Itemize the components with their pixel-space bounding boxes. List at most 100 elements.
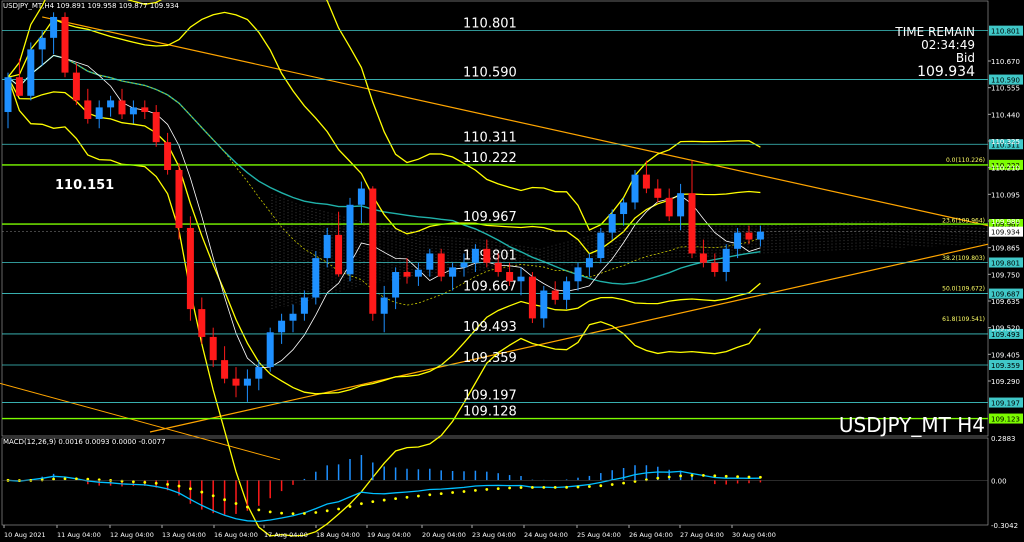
candle-bull — [95, 107, 103, 119]
macd-signal-dot — [40, 478, 44, 482]
candle-bull — [449, 267, 457, 277]
x-tick-label: 12 Aug 04:00 — [110, 531, 154, 539]
candle-bull — [50, 16, 58, 38]
x-tick-label: 27 Aug 04:00 — [680, 531, 724, 539]
macd-signal-dot — [462, 490, 466, 493]
macd-signal-dot — [690, 473, 694, 477]
info-bid: 109.934 — [917, 64, 975, 80]
candle-bull — [540, 290, 548, 319]
candle-bull — [563, 281, 571, 300]
macd-signal-dot — [747, 475, 751, 479]
candle-bear — [335, 234, 343, 275]
candle-bull — [631, 174, 639, 203]
candle-bull — [312, 258, 320, 298]
candle-bull — [460, 262, 468, 268]
macd-signal-dot — [382, 498, 386, 502]
candle-bull — [243, 378, 251, 386]
macd-signal-dot — [485, 488, 489, 491]
candle-bear — [483, 248, 491, 263]
level-label: 110.222 — [463, 151, 517, 166]
macd-signal-dot — [576, 485, 580, 489]
macd-signal-dot — [257, 508, 261, 512]
price-tag: 109.123 — [991, 416, 1020, 424]
macd-tick-label: 0.2883 — [991, 435, 1016, 443]
macd-signal-dot — [588, 485, 591, 488]
candle-bull — [323, 234, 331, 259]
lower-trend-line — [0, 382, 281, 461]
x-tick-label: 20 Aug 04:00 — [422, 531, 466, 539]
watermark: USDJPY_MT H4 — [839, 413, 985, 437]
bollinger-lower — [7, 76, 761, 395]
macd-signal-dot — [177, 484, 181, 488]
candle-bear — [15, 77, 23, 96]
candle-bull — [722, 248, 730, 273]
y-tick-label: 109.520 — [991, 325, 1020, 333]
fib-label: 50.0(109.672) — [942, 285, 985, 292]
level-label: 109.128 — [463, 405, 517, 420]
candle-bull — [300, 297, 308, 314]
candle-bull — [266, 332, 274, 368]
y-tick-label: 109.290 — [991, 378, 1020, 386]
x-tick-label: 30 Aug 04:00 — [732, 531, 776, 539]
candle-bull — [734, 232, 742, 249]
level-label: 110.801 — [463, 17, 517, 32]
y-tick-label: 109.405 — [991, 351, 1020, 359]
y-tick-label: 109.980 — [991, 218, 1020, 226]
price-tag: 109.197 — [991, 400, 1020, 408]
macd-signal-dot — [97, 478, 101, 482]
level-label: 109.667 — [463, 280, 517, 295]
x-tick-label: 19 Aug 04:00 — [367, 531, 411, 539]
x-tick-label: 11 Aug 04:00 — [57, 531, 101, 539]
candle-bear — [437, 253, 445, 277]
macd-signal-dot — [428, 493, 432, 497]
time-axis: 10 Aug 2021 11 Aug 04:00 12 Aug 04:00 13 Au… — [3, 525, 776, 539]
fib-label: 38.2(109.803) — [942, 255, 985, 262]
macd-signal-dot — [508, 486, 511, 490]
macd-signal-dot — [519, 486, 523, 489]
y-tick-label: 110.440 — [991, 111, 1020, 119]
macd-signal-dot — [268, 510, 272, 514]
candle-bear — [403, 272, 411, 277]
candle-bull — [574, 267, 582, 282]
y-tick-label: 110.555 — [991, 85, 1020, 93]
macd-signal-dot — [166, 482, 170, 486]
candle-bear — [209, 336, 217, 361]
macd-tick-label: 0.00 — [991, 477, 1007, 485]
macd-frame — [1, 437, 989, 526]
candle-bear — [528, 276, 536, 319]
candle-bear — [506, 272, 514, 282]
candle-bear — [164, 142, 172, 170]
level-label: 109.359 — [463, 351, 517, 366]
bid-tag: 109.934 — [991, 229, 1020, 237]
info-time-remain: 02:34:49 — [921, 38, 975, 52]
level-label: 109.197 — [463, 389, 517, 404]
candle-bull — [107, 100, 115, 108]
macd-signal-dot — [360, 502, 363, 506]
macd-signal-dot — [610, 483, 614, 486]
macd-signal-dot — [246, 505, 249, 509]
macd-signal-dot — [200, 490, 204, 494]
price-tag: 110.801 — [991, 28, 1020, 36]
y-tick-label: 110.670 — [991, 58, 1020, 66]
candle-bull — [608, 214, 616, 233]
macd-signal-dot — [439, 492, 443, 495]
candle-bull — [414, 269, 422, 277]
macd-signal-dot — [736, 475, 739, 479]
candle-bear — [152, 112, 160, 143]
candle-bear — [699, 253, 707, 263]
x-tick-label: 10 Aug 2021 — [4, 531, 46, 539]
candle-bull — [471, 248, 479, 263]
candle-bear — [186, 227, 194, 310]
candle-bull — [677, 193, 685, 217]
y-tick-label: 109.635 — [991, 298, 1020, 306]
macd-signal-dot — [542, 485, 546, 489]
x-tick-label: 18 Aug 04:00 — [316, 531, 360, 539]
info-time-remain-label: TIME REMAIN — [894, 25, 975, 39]
candle-bear — [175, 169, 183, 228]
macd-signal-dot — [75, 477, 78, 481]
candle-bull — [278, 320, 286, 333]
candle-bear — [118, 100, 126, 115]
level-label: 110.311 — [463, 130, 517, 145]
candle-bull — [426, 253, 434, 270]
y-tick-label: 109.750 — [991, 271, 1020, 279]
